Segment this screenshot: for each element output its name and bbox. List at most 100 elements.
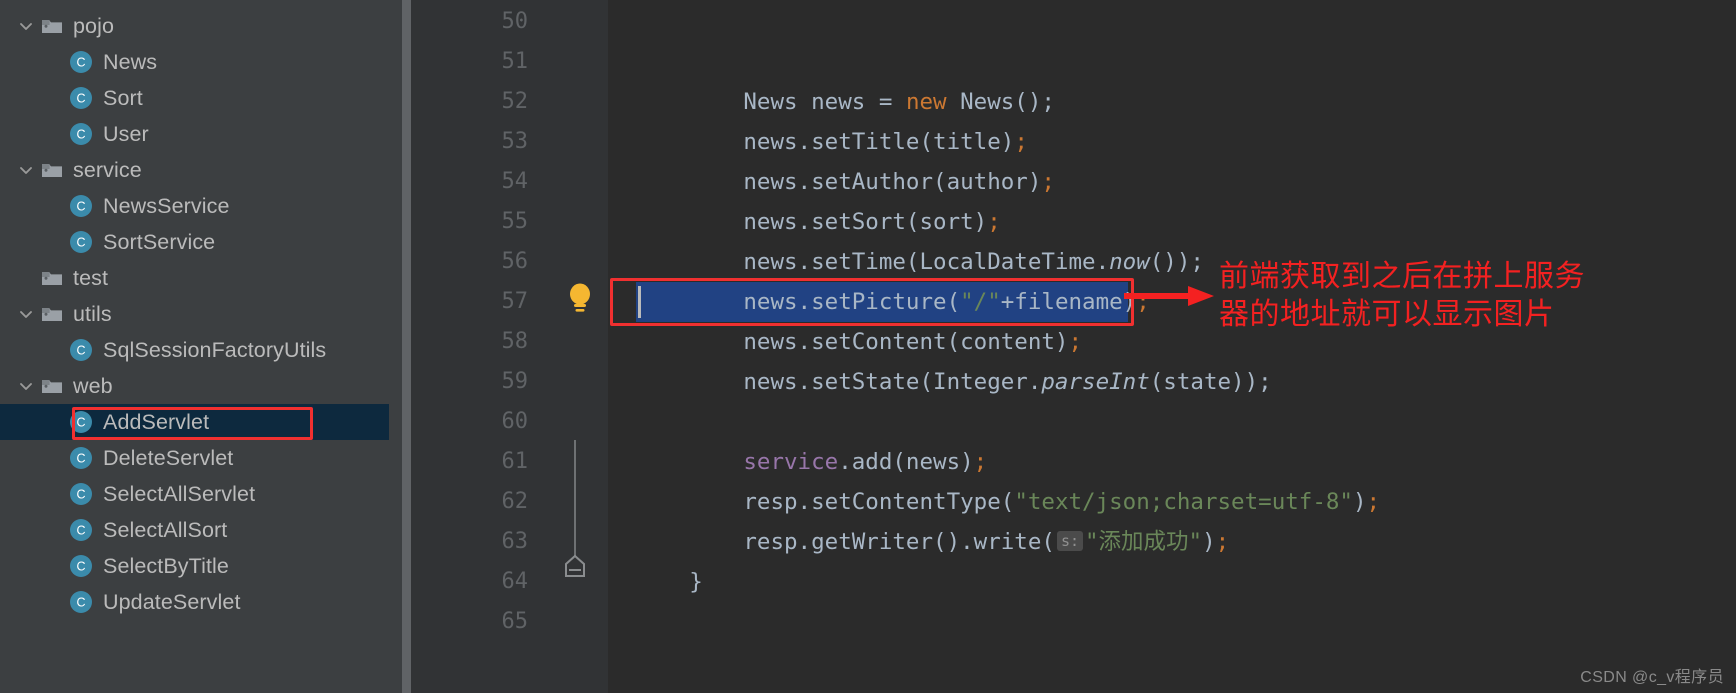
tree-item-selectbytitle[interactable]: C SelectByTitle	[0, 548, 389, 584]
code-line-54: news.setAuthor(author);	[743, 169, 1055, 195]
code-line-59: news.setState(Integer.parseInt(state));	[743, 369, 1272, 395]
svg-text:C: C	[76, 524, 85, 538]
tree-item-label: SelectAllSort	[103, 517, 228, 542]
line-number: 50	[501, 9, 529, 34]
java-class-icon: C	[66, 80, 96, 116]
tree-item-label: AddServlet	[103, 409, 210, 434]
java-class-icon: C	[66, 440, 96, 476]
tree-item-test[interactable]: test	[0, 260, 389, 296]
java-class-icon: C	[66, 332, 96, 368]
line-number: 64	[501, 569, 529, 594]
editor-scroll-marker-strip[interactable]	[402, 0, 411, 693]
tree-item-utils[interactable]: utils	[0, 296, 389, 332]
tree-item-label: test	[73, 265, 109, 290]
tree-item-label: utils	[73, 301, 112, 326]
tree-item-label: Sort	[103, 85, 143, 110]
java-class-icon: C	[66, 548, 96, 584]
lightbulb-intention-icon[interactable]	[566, 282, 594, 314]
line-number: 62	[501, 489, 529, 514]
tree-item-deleteservlet[interactable]: C DeleteServlet	[0, 440, 389, 476]
tree-item-label: pojo	[73, 13, 115, 38]
annotation-text: 前端获取到之后在拼上服务器的地址就可以显示图片	[1219, 259, 1585, 332]
line-number: 55	[501, 209, 529, 234]
right-arrow-icon	[1124, 283, 1214, 309]
code-text-area[interactable]: News news = new News(); news.setTitle(ti…	[608, 0, 1736, 693]
parameter-hint-badge: s:	[1056, 531, 1083, 551]
chevron-down-icon[interactable]	[14, 8, 38, 44]
svg-text:C: C	[76, 236, 85, 250]
folder-icon	[38, 260, 66, 296]
tree-item-label: News	[103, 49, 158, 74]
svg-text:C: C	[76, 200, 85, 214]
svg-text:C: C	[76, 92, 85, 106]
tree-item-label: SelectAllServlet	[103, 481, 256, 506]
java-class-icon: C	[66, 512, 96, 548]
line-number: 56	[501, 249, 529, 274]
tree-item-selectallservlet[interactable]: C SelectAllServlet	[0, 476, 389, 512]
code-line-56: news.setTime(LocalDateTime.now());	[743, 249, 1204, 275]
editor-annotation-strip[interactable]	[389, 0, 402, 693]
line-number: 63	[501, 529, 529, 554]
project-tree[interactable]: pojo C News C Sort C User service C NewsService C S…	[0, 8, 389, 620]
line-number: 53	[501, 129, 529, 154]
tree-item-label: SortService	[103, 229, 216, 254]
code-line-63: resp.getWriter().write(s: "添加成功");	[743, 529, 1230, 555]
code-line-55: news.setSort(sort);	[743, 209, 1001, 235]
code-line-64: }	[689, 569, 703, 595]
code-line-52: News news = new News();	[743, 89, 1055, 115]
line-number: 60	[501, 409, 529, 434]
svg-text:C: C	[76, 488, 85, 502]
java-class-icon: C	[66, 224, 96, 260]
chevron-down-icon[interactable]	[14, 368, 38, 404]
tree-item-label: SqlSessionFactoryUtils	[103, 337, 327, 362]
chevron-down-icon[interactable]	[14, 296, 38, 332]
code-line-53: news.setTitle(title);	[743, 129, 1028, 155]
folder-icon	[38, 368, 66, 404]
tree-item-news[interactable]: C News	[0, 44, 389, 80]
tree-item-label: SelectByTitle	[103, 553, 229, 578]
tree-item-label: DeleteServlet	[103, 445, 234, 470]
line-number: 59	[501, 369, 529, 394]
tree-item-label: User	[103, 121, 149, 146]
line-number: 65	[501, 609, 529, 634]
svg-text:C: C	[76, 416, 85, 430]
line-number-gutter[interactable]: 50 51 52 53 54 55 56 57 58 59 60 61 62 63 64 65	[411, 0, 542, 693]
code-fold-end-icon[interactable]	[562, 440, 588, 580]
java-class-icon: C	[66, 404, 96, 440]
java-class-icon: C	[66, 584, 96, 620]
line-number: 58	[501, 329, 529, 354]
tree-item-sort[interactable]: C Sort	[0, 80, 389, 116]
tree-item-updateservlet[interactable]: C UpdateServlet	[0, 584, 389, 620]
java-class-icon: C	[66, 44, 96, 80]
tree-item-selectallsort[interactable]: C SelectAllSort	[0, 512, 389, 548]
folder-icon	[38, 152, 66, 188]
line-number: 61	[501, 449, 529, 474]
tree-item-label: NewsService	[103, 193, 230, 218]
code-line-62: resp.setContentType("text/json;charset=u…	[743, 489, 1381, 515]
tree-item-pojo[interactable]: pojo	[0, 8, 389, 44]
code-folding-strip[interactable]	[542, 0, 608, 693]
tree-item-label: service	[73, 157, 142, 182]
svg-text:C: C	[76, 128, 85, 142]
project-tree-panel[interactable]: pojo C News C Sort C User service C NewsService C S…	[0, 0, 389, 693]
java-class-icon: C	[66, 188, 96, 224]
line-number: 57	[501, 289, 529, 314]
java-class-icon: C	[66, 476, 96, 512]
line-number: 54	[501, 169, 529, 194]
tree-item-sqlsessionfactoryutils[interactable]: C SqlSessionFactoryUtils	[0, 332, 389, 368]
svg-text:C: C	[76, 344, 85, 358]
code-line-61: service.add(news);	[743, 449, 988, 475]
tree-item-sortservice[interactable]: C SortService	[0, 224, 389, 260]
tree-item-user[interactable]: C User	[0, 116, 389, 152]
tree-item-service[interactable]: service	[0, 152, 389, 188]
code-line-57: news.setPicture("/"+filename);	[743, 289, 1150, 315]
watermark: CSDN @c_v程序员	[1580, 669, 1724, 686]
line-number: 52	[501, 89, 529, 114]
chevron-down-icon[interactable]	[14, 152, 38, 188]
ide-window: pojo C News C Sort C User service C NewsService C S…	[0, 0, 1736, 693]
folder-icon	[38, 296, 66, 332]
tree-item-web[interactable]: web	[0, 368, 389, 404]
tree-item-addservlet[interactable]: C AddServlet	[0, 404, 389, 440]
code-editor[interactable]: 50 51 52 53 54 55 56 57 58 59 60 61 62 63 64 65	[389, 0, 1736, 693]
tree-item-newsservice[interactable]: C NewsService	[0, 188, 389, 224]
